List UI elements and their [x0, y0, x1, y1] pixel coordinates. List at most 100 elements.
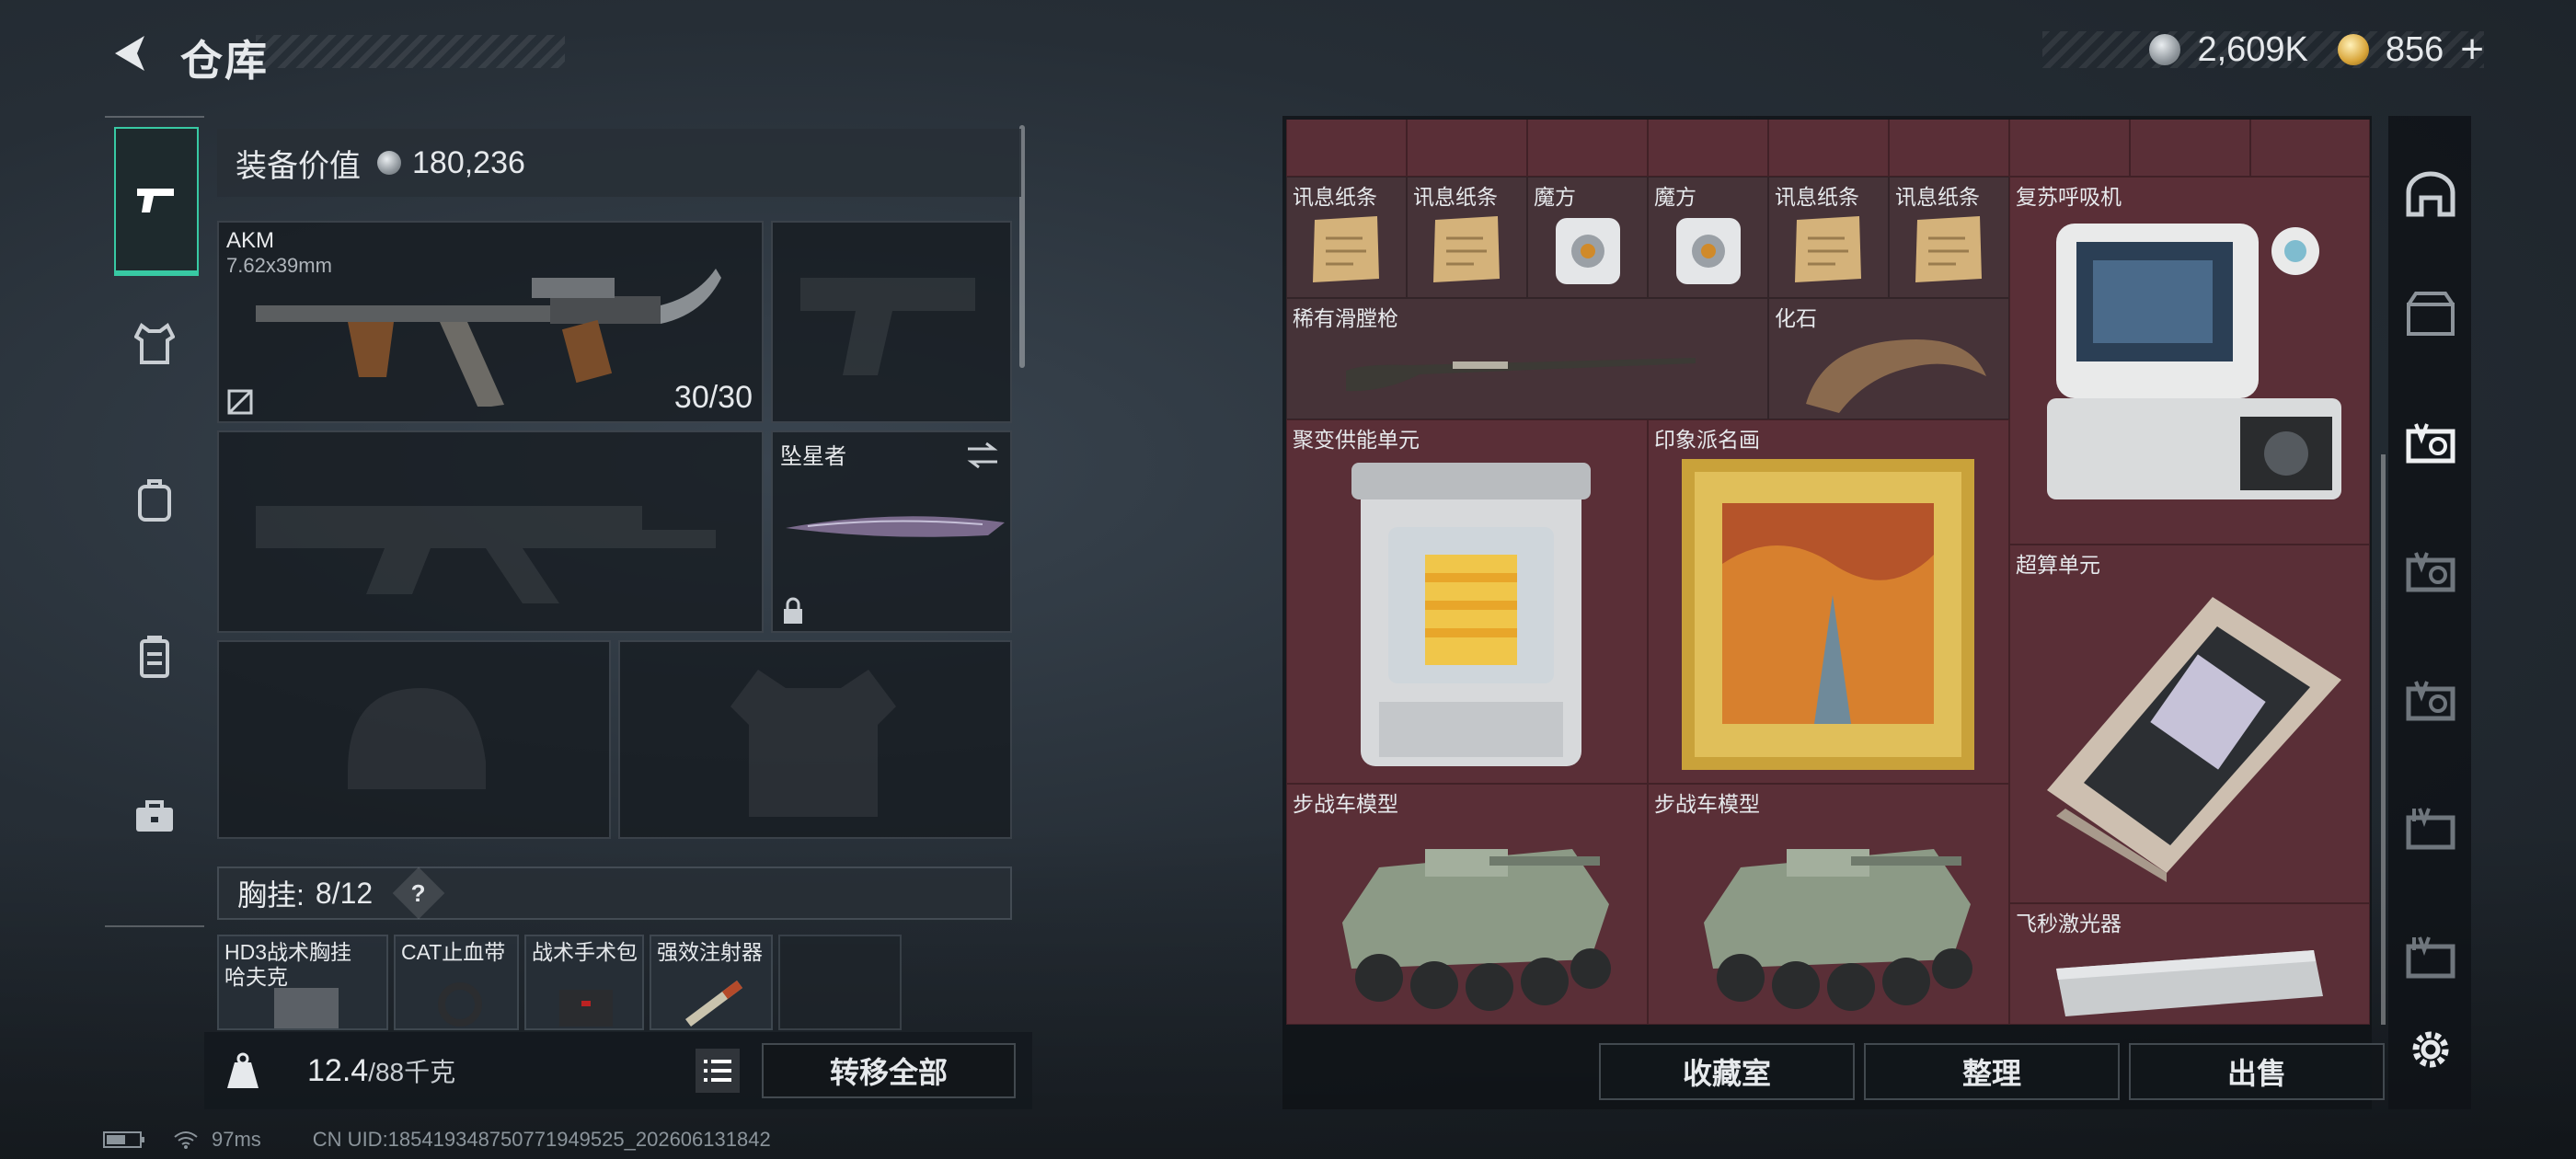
helmet-slot[interactable] — [217, 640, 611, 839]
musket-icon — [1346, 358, 1696, 392]
chest-rig-item-icon — [274, 988, 339, 1028]
title-decoration — [256, 35, 565, 68]
currency-gold-value: 856 — [2385, 29, 2444, 69]
rifle-placeholder-icon — [256, 506, 716, 603]
chest-rig-icon — [140, 636, 169, 678]
nav-armor[interactable] — [114, 302, 195, 386]
transfer-all-button[interactable]: 转移全部 — [762, 1043, 1016, 1098]
stash-tab-3-active[interactable] — [2401, 410, 2460, 475]
tourniquet-icon — [438, 982, 482, 1027]
item-label: 讯息纸条 — [1775, 185, 1859, 209]
stash-item-note[interactable]: 讯息纸条 — [1407, 177, 1527, 298]
nav-chest-rig[interactable] — [114, 614, 195, 699]
case-iv-icon — [2406, 808, 2455, 850]
stash-cell[interactable] — [2009, 120, 2130, 177]
item-label: 步战车模型 — [1654, 792, 1760, 816]
item-label: 讯息纸条 — [1293, 185, 1377, 209]
stash-cell[interactable] — [1527, 120, 1648, 177]
item-label: 魔方 — [1534, 185, 1576, 209]
chest-item-rig[interactable]: HD3战术胸挂 哈夫克 — [217, 935, 388, 1030]
stash-cell[interactable] — [1286, 120, 1407, 177]
stash-tab-2[interactable] — [2401, 281, 2460, 346]
box-icon — [2407, 292, 2455, 336]
list-icon — [704, 1060, 731, 1082]
stash-item-ventilator[interactable]: 复苏呼吸机 — [2009, 177, 2370, 545]
stash-cell[interactable] — [1768, 120, 1889, 177]
melee-slot[interactable]: 坠星者 — [771, 430, 1012, 633]
stash-item-fusion-unit[interactable]: 聚变供能单元 — [1286, 419, 1648, 784]
case-v-icon — [2406, 681, 2455, 721]
stash-item-ifv-model[interactable]: 步战车模型 — [1648, 784, 2009, 1025]
add-currency-button[interactable]: + — [2460, 29, 2484, 70]
injector-icon — [685, 981, 742, 1027]
stash-tab-4[interactable] — [2401, 539, 2460, 603]
stash-scrollbar[interactable] — [2381, 454, 2386, 1025]
stash-cell[interactable] — [2250, 120, 2370, 177]
stash-item-note[interactable]: 讯息纸条 — [1768, 177, 1889, 298]
chest-item-injector[interactable]: 强效注射器 — [650, 935, 773, 1030]
laser-device-icon — [2056, 950, 2323, 1016]
weight-max: /88千克 — [368, 1058, 456, 1086]
companion-cube-icon — [1676, 218, 1741, 284]
nav-weapons[interactable] — [114, 127, 199, 276]
framed-painting-icon — [1682, 459, 1974, 770]
stash-cell[interactable] — [1648, 120, 1768, 177]
case-iv-icon — [2406, 936, 2455, 979]
stash-item-cube[interactable]: 魔方 — [1527, 177, 1648, 298]
stash-tab-1[interactable] — [2401, 162, 2460, 226]
stash-cell[interactable] — [2130, 120, 2250, 177]
sell-button[interactable]: 出售 — [2129, 1043, 2385, 1100]
melee-name: 坠星者 — [780, 444, 846, 469]
stash-item-musket[interactable]: 稀有滑膛枪 — [1286, 298, 1768, 419]
gold-coin-icon — [2337, 34, 2369, 65]
pistol-slot[interactable] — [771, 221, 1012, 423]
header: 仓库 2,609K 856 + — [0, 0, 2576, 110]
chest-item-label: 强效注射器 — [657, 940, 763, 964]
stash-item-supercomputer[interactable]: 超算单元 — [2009, 545, 2370, 903]
swap-icon[interactable] — [964, 440, 1001, 471]
transfer-all-label: 转移全部 — [829, 1056, 948, 1089]
stash-item-cube[interactable]: 魔方 — [1648, 177, 1768, 298]
chest-item-empty[interactable] — [778, 935, 902, 1030]
collection-room-button[interactable]: 收藏室 — [1599, 1043, 1855, 1100]
note-paper-icon — [1915, 216, 1982, 282]
stash-tab-7[interactable] — [2401, 925, 2460, 990]
stash-item-note[interactable]: 讯息纸条 — [1286, 177, 1407, 298]
nav-backpack[interactable] — [114, 458, 195, 543]
settings-button[interactable] — [2401, 1017, 2460, 1082]
stash-item-fossil[interactable]: 化石 — [1768, 298, 2009, 419]
item-label: 聚变供能单元 — [1293, 428, 1420, 452]
stash-item-ifv-model[interactable]: 步战车模型 — [1286, 784, 1648, 1025]
armor-slot[interactable] — [618, 640, 1012, 839]
stash-cell[interactable] — [1407, 120, 1527, 177]
stash-item-painting[interactable]: 印象派名画 — [1648, 419, 2009, 784]
case-v-icon — [2406, 552, 2455, 592]
ventilator-icon — [2047, 224, 2341, 499]
stash-item-note[interactable]: 讯息纸条 — [1889, 177, 2009, 298]
stash-item-femto-laser[interactable]: 飞秒激光器 — [2009, 903, 2370, 1025]
chest-item-surgery-kit[interactable]: 战术手术包 — [524, 935, 644, 1030]
nav-pouch[interactable] — [114, 775, 195, 859]
item-label: 讯息纸条 — [1413, 185, 1498, 209]
uid-text: CN UID:185419348750771949525_20260613184… — [312, 1128, 771, 1151]
help-button[interactable]: ? — [392, 866, 445, 920]
item-label: 步战车模型 — [1293, 792, 1398, 816]
primary-weapon-slot[interactable]: AKM 7.62x39mm 30/30 — [217, 221, 764, 423]
stash-cell[interactable] — [1889, 120, 2009, 177]
ifv-model-icon — [1342, 849, 1611, 1011]
secondary-weapon-slot[interactable] — [217, 430, 764, 633]
stash-tab-6[interactable] — [2401, 797, 2460, 861]
stash-tab-5[interactable] — [2401, 668, 2460, 732]
weight-display: 12.4/88千克 — [307, 1052, 455, 1089]
note-paper-icon — [1795, 216, 1861, 282]
back-button[interactable] — [103, 26, 158, 81]
sort-button[interactable]: 整理 — [1864, 1043, 2120, 1100]
loadout-value-bar: 装备价值 180,236 — [217, 129, 1021, 197]
stash-grid: 讯息纸条 讯息纸条 魔方 魔方 讯息纸条 讯息纸条 复苏呼吸机 稀有滑膛枪 化石… — [1286, 120, 2370, 1025]
currency-silver-value: 2,609K — [2197, 29, 2308, 69]
list-view-button[interactable] — [696, 1049, 740, 1093]
weapon-ammo: 30/30 — [673, 380, 753, 415]
chest-item-tourniquet[interactable]: CAT止血带 — [394, 935, 519, 1030]
sell-label: 出售 — [2226, 1057, 2286, 1090]
chest-item-label: CAT止血带 — [401, 940, 506, 964]
